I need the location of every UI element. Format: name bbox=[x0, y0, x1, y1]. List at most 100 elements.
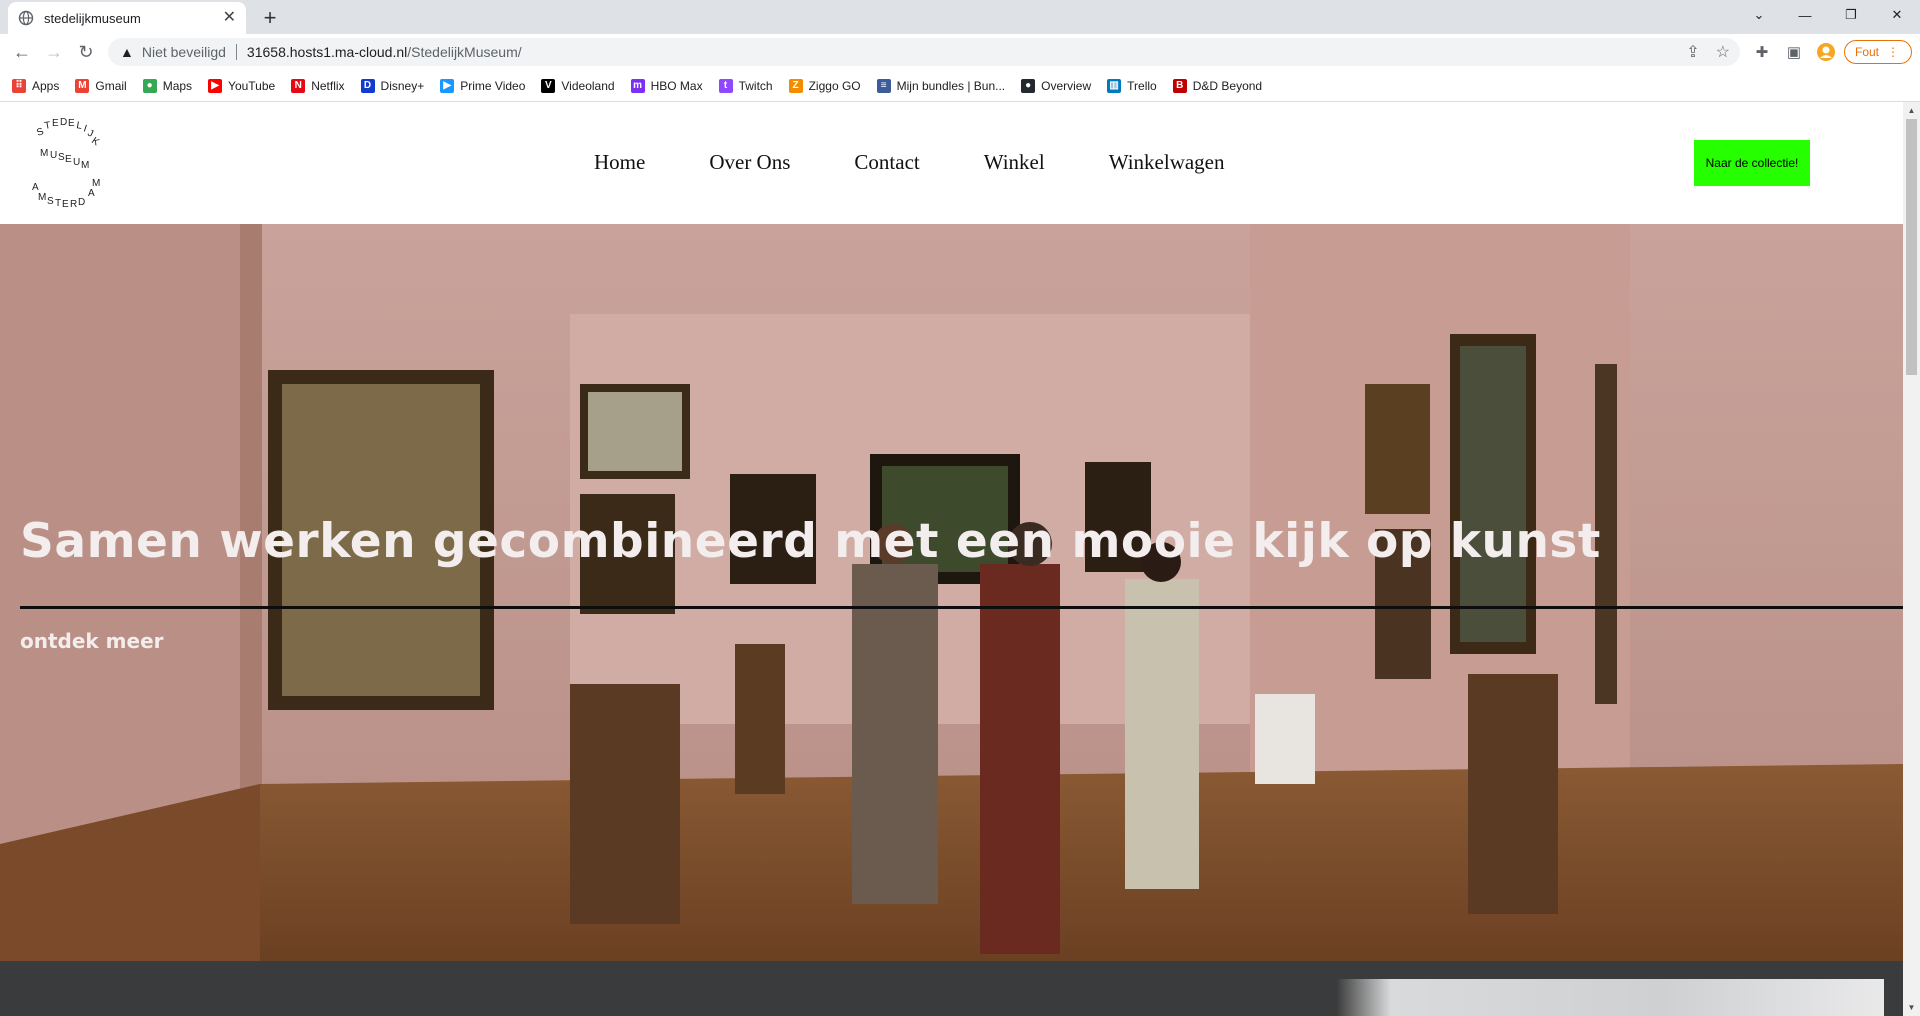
collection-cta-button[interactable]: Naar de collectie! bbox=[1694, 140, 1810, 186]
svg-text:E: E bbox=[65, 154, 72, 165]
next-section bbox=[0, 961, 1903, 1016]
bookmark-star-icon[interactable]: ☆ bbox=[1716, 42, 1730, 62]
scroll-down-arrow-icon[interactable]: ▼ bbox=[1903, 999, 1920, 1016]
bookmark-item[interactable]: ▶ YouTube bbox=[208, 78, 276, 93]
bookmark-item[interactable]: B D&D Beyond bbox=[1172, 78, 1262, 93]
bookmark-item[interactable]: t Twitch bbox=[718, 78, 773, 93]
svg-text:S: S bbox=[47, 196, 54, 207]
bookmark-label: Prime Video bbox=[460, 78, 526, 93]
new-tab-button[interactable]: + bbox=[256, 5, 284, 33]
more-vertical-icon: ⋮ bbox=[1887, 45, 1899, 59]
close-window-button[interactable]: ✕ bbox=[1874, 0, 1920, 30]
section-image bbox=[1336, 979, 1884, 1016]
bookmark-label: Overview bbox=[1041, 78, 1092, 93]
profile-error-label: Fout bbox=[1854, 45, 1879, 59]
bookmark-item[interactable]: D Disney+ bbox=[360, 78, 425, 93]
minimize-button[interactable]: — bbox=[1782, 0, 1828, 30]
bookmarks-bar: ⠿ Apps M Gmail ● Maps ▶ YouTube N Netflix D Disney+… bbox=[0, 70, 1920, 102]
svg-text:E: E bbox=[52, 118, 59, 129]
bookmark-label: Trello bbox=[1127, 78, 1157, 93]
nav-winkelwagen[interactable]: Winkelwagen bbox=[1109, 150, 1225, 175]
close-tab-icon[interactable]: ✕ bbox=[223, 10, 236, 26]
bookmark-item[interactable]: N Netflix bbox=[291, 78, 345, 93]
window-controls: ⌄ — ❐ ✕ bbox=[1736, 0, 1920, 30]
disney-icon: D bbox=[360, 78, 375, 93]
bookmark-label: Disney+ bbox=[380, 78, 425, 93]
scroll-thumb[interactable] bbox=[1906, 119, 1917, 375]
youtube-icon: ▶ bbox=[208, 78, 223, 93]
nav-home[interactable]: Home bbox=[594, 150, 645, 175]
svg-text:U: U bbox=[73, 157, 80, 168]
main-nav: Home Over Ons Contact Winkel Winkelwagen bbox=[594, 150, 1289, 175]
browser-tab[interactable]: stedelijkmuseum ✕ bbox=[8, 2, 246, 34]
avatar[interactable] bbox=[1814, 40, 1838, 64]
svg-text:U: U bbox=[50, 150, 57, 161]
svg-text:M: M bbox=[81, 160, 89, 171]
nav-contact[interactable]: Contact bbox=[854, 150, 919, 175]
extensions-puzzle-icon[interactable]: ✚ bbox=[1750, 40, 1774, 64]
bundles-icon: ≡ bbox=[876, 78, 891, 93]
svg-text:S: S bbox=[58, 152, 65, 163]
address-actions: ⇪ ☆ bbox=[1686, 42, 1730, 62]
discover-more-link[interactable]: ontdek meer bbox=[20, 629, 164, 653]
bookmark-label: Maps bbox=[162, 78, 193, 93]
url-text[interactable]: 31658.hosts1.ma-cloud.nl/StedelijkMuseum… bbox=[247, 44, 522, 60]
stedelijk-logo[interactable]: S T E D E L I J K M U S E U M A M A M S bbox=[30, 118, 108, 210]
hero-section: Samen werken gecombineerd met een mooie … bbox=[0, 224, 1903, 961]
nav-winkel[interactable]: Winkel bbox=[984, 150, 1045, 175]
url-host: 31658.hosts1.ma-cloud.nl bbox=[246, 44, 408, 60]
bookmark-item[interactable]: V Videoland bbox=[541, 78, 615, 93]
bookmark-label: YouTube bbox=[228, 78, 276, 93]
browser-toolbar: ← → ↻ ▲ Niet beveiligd 31658.hosts1.ma-c… bbox=[0, 34, 1920, 70]
svg-text:E: E bbox=[68, 118, 75, 129]
bookmark-label: Videoland bbox=[561, 78, 615, 93]
side-panel-icon[interactable]: ▣ bbox=[1782, 40, 1806, 64]
svg-text:A: A bbox=[88, 188, 95, 199]
profile-error-button[interactable]: Fout ⋮ bbox=[1843, 40, 1912, 64]
prime-video-icon: ▶ bbox=[440, 78, 455, 93]
svg-text:M: M bbox=[40, 148, 48, 159]
trello-icon: ▥ bbox=[1107, 78, 1122, 93]
share-icon[interactable]: ⇪ bbox=[1686, 42, 1699, 62]
reload-icon[interactable]: ↻ bbox=[72, 38, 100, 66]
bookmark-item[interactable]: m HBO Max bbox=[630, 78, 703, 93]
svg-text:E: E bbox=[62, 199, 69, 210]
hero-museum-gallery-image bbox=[0, 224, 1903, 961]
bookmark-label: Twitch bbox=[738, 78, 773, 93]
svg-text:T: T bbox=[44, 120, 52, 132]
bookmark-item[interactable]: Z Ziggo GO bbox=[788, 78, 861, 93]
bookmark-label: HBO Max bbox=[650, 78, 703, 93]
security-status[interactable]: Niet beveiligd bbox=[142, 44, 226, 60]
globe-icon bbox=[18, 10, 34, 26]
nav-over-ons[interactable]: Over Ons bbox=[709, 150, 790, 175]
bookmark-item[interactable]: ≡ Mijn bundles | Bun... bbox=[876, 78, 1006, 93]
bookmark-item[interactable]: ▶ Prime Video bbox=[440, 78, 526, 93]
hero-title: Samen werken gecombineerd met een mooie … bbox=[20, 514, 1601, 569]
browser-tabstrip: stedelijkmuseum ✕ + ⌄ — ❐ ✕ bbox=[0, 0, 1920, 34]
page-scrollbar[interactable]: ▲ ▼ bbox=[1903, 102, 1920, 1016]
address-bar[interactable]: ▲ Niet beveiligd 31658.hosts1.ma-cloud.n… bbox=[108, 38, 1740, 66]
bookmark-label: Mijn bundles | Bun... bbox=[896, 78, 1006, 93]
back-arrow-icon[interactable]: ← bbox=[8, 38, 36, 66]
bookmark-item[interactable]: ● Maps bbox=[142, 78, 193, 93]
svg-text:D: D bbox=[78, 197, 85, 208]
bookmark-item[interactable]: ▥ Trello bbox=[1107, 78, 1157, 93]
ziggo-icon: Z bbox=[788, 78, 803, 93]
scroll-up-arrow-icon[interactable]: ▲ bbox=[1903, 102, 1920, 119]
svg-text:T: T bbox=[55, 198, 61, 209]
restore-button[interactable]: ❐ bbox=[1828, 0, 1874, 30]
bookmark-label: Apps bbox=[32, 78, 60, 93]
warning-triangle-icon[interactable]: ▲ bbox=[120, 44, 134, 60]
page-viewport: S T E D E L I J K M U S E U M A M A M S bbox=[0, 102, 1920, 1016]
bookmark-item[interactable]: ● Overview bbox=[1021, 78, 1092, 93]
site-header: S T E D E L I J K M U S E U M A M A M S bbox=[0, 102, 1903, 224]
forward-arrow-icon[interactable]: → bbox=[40, 38, 68, 66]
bookmark-item[interactable]: M Gmail bbox=[75, 78, 127, 93]
bookmark-label: Gmail bbox=[95, 78, 127, 93]
tab-search-chevron-icon[interactable]: ⌄ bbox=[1736, 0, 1782, 30]
apps-grid-icon: ⠿ bbox=[12, 78, 26, 93]
svg-text:L: L bbox=[75, 120, 83, 132]
bookmark-item[interactable]: ⠿ Apps bbox=[12, 78, 60, 93]
profile-avatar-icon bbox=[1817, 43, 1835, 61]
maps-pin-icon: ● bbox=[142, 78, 157, 93]
